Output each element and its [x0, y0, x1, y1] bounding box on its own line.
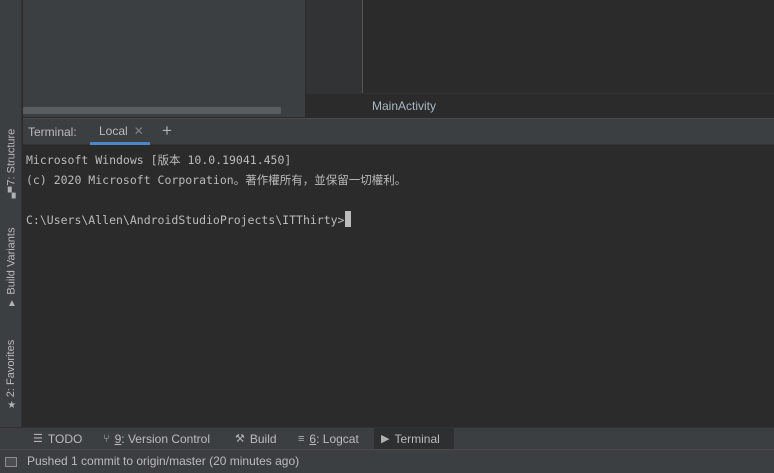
terminal-tab[interactable]: ▶ Terminal [374, 428, 454, 449]
project-panel [23, 0, 305, 117]
build-variants-icon: ▲ [6, 298, 16, 310]
status-bar: Pushed 1 commit to origin/master (20 min… [0, 449, 774, 473]
terminal-line: (c) 2020 Microsoft Corporation。著作權所有，並保留… [26, 173, 407, 187]
horizontal-scrollbar[interactable] [23, 107, 281, 114]
terminal-output[interactable]: Microsoft Windows [版本 10.0.19041.450] (c… [23, 145, 774, 427]
android-studio-window: ▚ 7: Structure ▲ Build Variants ★ 2: Fav… [0, 0, 774, 473]
terminal-header: Terminal: Local ✕ + [23, 118, 774, 145]
terminal-icon: ▶ [381, 433, 390, 445]
build-hammer-icon: ⚒ [235, 433, 245, 445]
terminal-cursor [344, 211, 351, 227]
logcat-icon: ≡ [298, 432, 305, 445]
breadcrumb[interactable]: MainActivity [372, 99, 436, 113]
version-control-tab[interactable]: ⑂ 9: Version Control [96, 428, 217, 449]
logcat-tab[interactable]: ≡ 6: Logcat [291, 428, 366, 449]
build-variants-tab[interactable]: ▲ Build Variants [0, 218, 22, 318]
structure-icon: ▚ [7, 187, 15, 199]
version-control-icon: ⑂ [103, 432, 110, 445]
favorites-star-icon: ★ [6, 400, 16, 412]
favorites-tab-label: 2: Favorites [5, 339, 17, 398]
add-icon[interactable]: + [162, 121, 172, 141]
terminal-prompt: C:\Users\Allen\AndroidStudioProjects\ITT… [26, 213, 345, 227]
terminal-prompt-line: C:\Users\Allen\AndroidStudioProjects\ITT… [26, 210, 771, 230]
todo-tab[interactable]: ☰ TODO [26, 428, 89, 449]
build-tab-label: Build [249, 431, 277, 446]
left-tool-strip: ▚ 7: Structure ▲ Build Variants ★ 2: Fav… [0, 0, 22, 427]
todo-tab-label: TODO [47, 431, 83, 446]
terminal-line: Microsoft Windows [版本 10.0.19041.450] [26, 153, 292, 167]
structure-tab-label: 7: Structure [5, 128, 17, 186]
build-variants-tab-label: Build Variants [5, 227, 17, 295]
terminal-title: Terminal: [28, 125, 77, 139]
status-message[interactable]: Pushed 1 commit to origin/master (20 min… [27, 454, 299, 468]
version-control-tab-label: 9: Version Control [114, 431, 211, 446]
favorites-tab[interactable]: ★ 2: Favorites [0, 330, 22, 420]
logcat-tab-label: 6: Logcat [309, 431, 359, 446]
terminal-tab-label: Terminal [394, 431, 440, 446]
breadcrumb-bar: MainActivity [306, 93, 774, 117]
close-icon[interactable]: ✕ [134, 124, 144, 138]
editor-gutter [306, 0, 363, 93]
build-tab[interactable]: ⚒ Build [228, 428, 284, 449]
todo-icon: ☰ [33, 433, 43, 445]
status-window-icon[interactable] [5, 457, 17, 467]
tab-local[interactable]: Local ✕ [90, 119, 150, 145]
tab-local-label: Local [99, 123, 128, 138]
bottom-tool-bar: ☰ TODO ⑂ 9: Version Control ⚒ Build ≡ 6:… [0, 427, 774, 449]
structure-tab[interactable]: ▚ 7: Structure [0, 118, 22, 208]
